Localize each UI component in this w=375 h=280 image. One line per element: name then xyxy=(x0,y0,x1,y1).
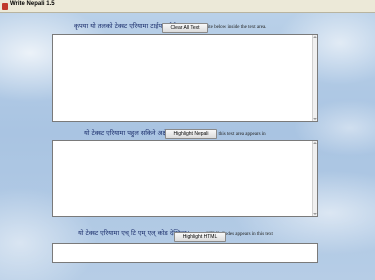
window-title: Write Nepali 1.5 xyxy=(10,1,55,7)
highlight-nepali-button[interactable]: Highlight Nepali xyxy=(165,129,217,139)
scroll-down-arrow-icon[interactable] xyxy=(313,212,317,216)
section2-english-label-line1: In this text area appears in xyxy=(213,132,266,137)
nepali-output-textarea[interactable] xyxy=(52,140,318,217)
title-bar[interactable]: Write Nepali 1.5 xyxy=(0,0,375,13)
section3-nepali-label: यो टेक्स्ट एरियामा एच् टि एम् एल् कोड दे… xyxy=(78,229,190,237)
clear-all-text-button[interactable]: Clear All Text xyxy=(162,23,208,33)
highlight-html-button[interactable]: Highlight HTML xyxy=(174,232,226,242)
app-window: Write Nepali 1.5 कृपया यो तलको टेक्स्ट ए… xyxy=(0,0,375,280)
nepali-input-textarea[interactable] xyxy=(52,34,318,122)
main-content: कृपया यो तलको टेक्स्ट एरियामा टाईप गर्नु… xyxy=(0,13,375,280)
scroll-up-arrow-icon[interactable] xyxy=(313,141,317,145)
app-icon[interactable] xyxy=(2,3,8,10)
output-scrollbar[interactable] xyxy=(312,141,317,216)
html-output-textarea[interactable] xyxy=(52,243,318,263)
input-scrollbar[interactable] xyxy=(312,35,317,121)
scroll-up-arrow-icon[interactable] xyxy=(313,35,317,39)
scroll-down-arrow-icon[interactable] xyxy=(313,117,317,121)
